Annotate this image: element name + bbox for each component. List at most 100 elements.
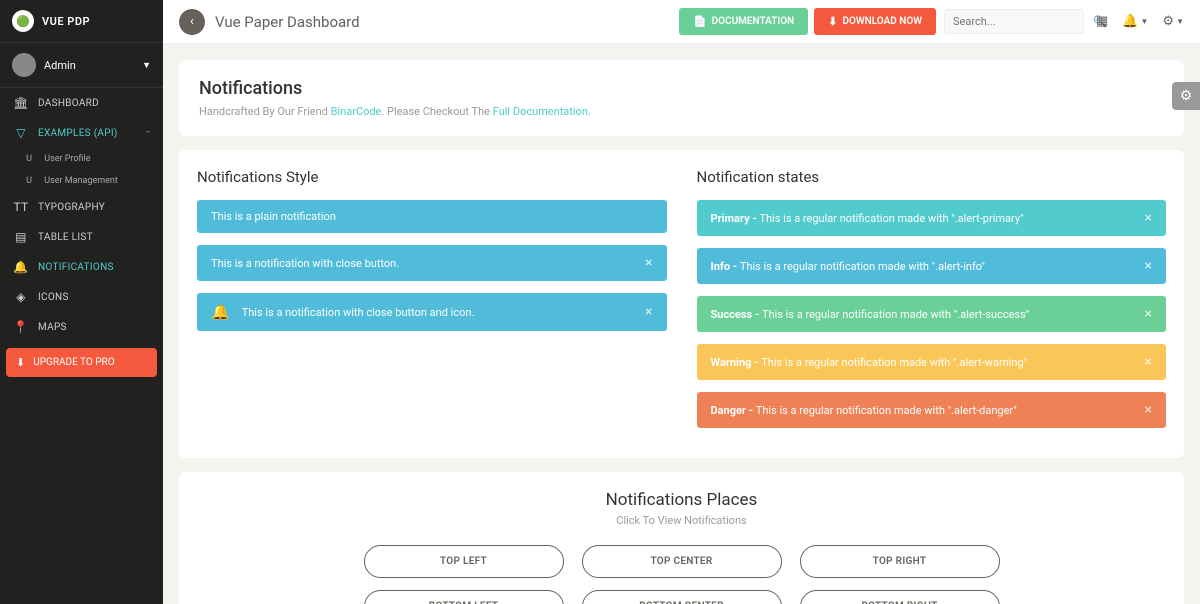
place-top-right[interactable]: TOP RIGHT [800,545,1000,578]
nav-label: User Management [44,176,118,186]
bell-dropdown[interactable]: 🔔▼ [1122,14,1148,29]
close-icon[interactable]: × [1145,258,1152,274]
place-bottom-center[interactable]: BOTTOM CENTER [582,590,782,604]
table-icon: ▤ [12,230,30,244]
back-button[interactable]: ‹ [179,9,205,35]
alert-text: This is a regular notification made with… [759,212,1023,225]
nav-maps[interactable]: 📍 MAPS [0,312,163,342]
file-icon: 📄 [693,15,707,28]
alert-text: This is a regular notification made with… [762,308,1029,321]
close-icon[interactable]: × [645,255,652,271]
brand-text: VUE PDP [42,15,90,28]
place-bottom-right[interactable]: BOTTOM RIGHT [800,590,1000,604]
sub-icon: U [22,154,36,164]
chevron-down-icon: ▼ [142,60,151,71]
place-top-left[interactable]: TOP LEFT [364,545,564,578]
search-input[interactable] [953,15,1093,28]
bell-icon: 🔔 [211,303,230,321]
nav-label: TYPOGRAPHY [38,202,105,213]
alert-warning: Warning - This is a regular notification… [697,344,1167,380]
btn-label: DOWNLOAD NOW [842,16,922,27]
alert-info: Info - This is a regular notification ma… [697,248,1167,284]
pin-icon: 📍 [12,320,30,334]
alert-success: Success - This is a regular notification… [697,296,1167,332]
nav-dashboard[interactable]: 🏛 DASHBOARD [0,88,163,118]
content: Notifications Handcrafted By Our Friend … [163,44,1200,604]
alert-danger: Danger - This is a regular notification … [697,392,1167,428]
grid-icon[interactable]: ▦ [1096,14,1108,29]
places-title: Notifications Places [197,490,1166,510]
nav-table-list[interactable]: ▤ TABLE LIST [0,222,163,252]
places-sub: Click To View Notifications [197,514,1166,527]
nav-label: User Profile [44,154,90,164]
nav-user-management[interactable]: U User Management [0,170,163,192]
gear-dropdown[interactable]: ⚙▼ [1162,14,1184,29]
typography-icon: Tт [12,200,30,214]
topbar: ‹ Vue Paper Dashboard 📄 DOCUMENTATION ⬇ … [163,0,1200,44]
close-icon[interactable]: × [1145,210,1152,226]
sidebar: 🟢 VUE PDP Admin ▼ 🏛 DASHBOARD ▽ EXAMPLES… [0,0,163,604]
nav-label: NOTIFICATIONS [38,262,114,273]
docs-link[interactable]: Full Documentation. [493,105,591,118]
chevron-left-icon: ‹ [190,14,194,29]
alert-text: This is a regular notification made with… [761,356,1027,369]
page-header: Notifications Handcrafted By Our Friend … [179,60,1184,136]
alert-plain: This is a plain notification [197,200,667,233]
image-icon: ▽ [12,126,30,140]
close-icon[interactable]: × [1145,354,1152,370]
states-title: Notification states [697,168,1167,186]
alert-text: This is a plain notification [211,210,653,223]
nav-notifications[interactable]: 🔔 NOTIFICATIONS [0,252,163,282]
place-bottom-left[interactable]: BOTTOM LEFT [364,590,564,604]
close-icon[interactable]: × [1145,402,1152,418]
nav-icons[interactable]: ◈ ICONS [0,282,163,312]
nav-label: MAPS [38,322,67,333]
nav-examples[interactable]: ▽ EXAMPLES (API) − [0,118,163,148]
states-column: Notification states Primary - This is a … [697,168,1167,440]
alert-text: This is a regular notification made with… [756,404,1017,417]
binarcode-link[interactable]: BinarCode [331,105,382,118]
notifications-card: Notifications Style This is a plain noti… [179,150,1184,458]
alert-text: This is a notification with close button… [211,257,645,270]
dashboard-icon: 🏛 [12,96,30,110]
settings-fab[interactable]: ⚙ [1172,82,1200,110]
place-top-center[interactable]: TOP CENTER [582,545,782,578]
top-icons: ▦ 🔔▼ ⚙▼ [1096,14,1184,29]
avatar [12,53,36,77]
nav-label: DASHBOARD [38,98,99,109]
alert-with-icon: 🔔 This is a notification with close butt… [197,293,667,331]
admin-dropdown[interactable]: Admin ▼ [0,43,163,88]
alert-primary: Primary - This is a regular notification… [697,200,1167,236]
upgrade-label: UPGRADE TO PRO [33,357,114,368]
style-title: Notifications Style [197,168,667,186]
download-button[interactable]: ⬇ DOWNLOAD NOW [814,8,936,35]
documentation-button[interactable]: 📄 DOCUMENTATION [679,8,808,35]
header-title: Notifications [199,78,1164,99]
close-icon[interactable]: × [645,304,652,320]
nav-label: TABLE LIST [38,232,93,243]
bell-icon: 🔔 [12,260,30,274]
places-card: Notifications Places Click To View Notif… [179,472,1184,604]
alert-text: This is a regular notification made with… [740,260,985,273]
diamond-icon: ◈ [12,290,30,304]
search-box: 🔍 [944,9,1084,34]
nav-user-profile[interactable]: U User Profile [0,148,163,170]
nav-typography[interactable]: Tт TYPOGRAPHY [0,192,163,222]
alert-text: This is a notification with close button… [242,306,645,319]
gear-icon: ⚙ [1180,88,1193,104]
btn-label: DOCUMENTATION [712,16,795,27]
page-title: Vue Paper Dashboard [215,13,673,31]
header-subtitle: Handcrafted By Our Friend BinarCode. Ple… [199,105,1164,118]
style-column: Notifications Style This is a plain noti… [197,168,667,440]
rocket-icon: ⬇ [16,356,25,369]
download-icon: ⬇ [828,15,837,28]
nav-label: ICONS [38,292,69,303]
main: ‹ Vue Paper Dashboard 📄 DOCUMENTATION ⬇ … [163,0,1200,604]
logo[interactable]: 🟢 VUE PDP [0,0,163,43]
logo-icon: 🟢 [12,10,34,32]
alert-with-close: This is a notification with close button… [197,245,667,281]
upgrade-button[interactable]: ⬇ UPGRADE TO PRO [6,348,157,377]
collapse-icon: − [146,128,151,138]
admin-name: Admin [44,59,142,72]
close-icon[interactable]: × [1145,306,1152,322]
